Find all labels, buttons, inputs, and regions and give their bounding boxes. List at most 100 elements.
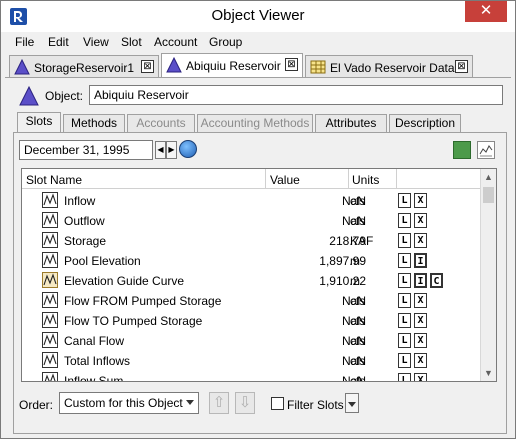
- object-pane: Object: Abiquiu Reservoir Slots Methods …: [5, 77, 511, 435]
- table-row[interactable]: Inflow Sum NaN cfs L X: [22, 370, 482, 382]
- tab-close-icon[interactable]: ⊠: [285, 58, 298, 71]
- color-swatch-button[interactable]: [453, 141, 471, 159]
- menu-account[interactable]: Account: [154, 35, 197, 49]
- tab-close-icon[interactable]: ⊠: [141, 60, 154, 73]
- slot-units: m: [350, 274, 360, 288]
- series-slot-icon: [42, 272, 58, 288]
- data-object-icon: [310, 60, 326, 74]
- order-label: Order:: [19, 398, 54, 412]
- menu-file[interactable]: File: [15, 35, 34, 49]
- reservoir-icon: [19, 86, 39, 106]
- slot-units: cfs: [350, 194, 366, 208]
- table-row[interactable]: Canal Flow NaN cfs L X: [22, 330, 482, 350]
- link-flag-icon[interactable]: L: [398, 373, 411, 381]
- table-row[interactable]: Total Inflows NaN cfs L X: [22, 350, 482, 370]
- header-divider: [396, 169, 397, 189]
- scroll-down-arrow-icon[interactable]: ▼: [481, 365, 496, 381]
- plot-icon[interactable]: [477, 141, 495, 159]
- tab-abiquiu-reservoir[interactable]: Abiquiu Reservoir ⊠: [161, 53, 303, 77]
- output-flag-icon[interactable]: X: [414, 193, 427, 208]
- filter-slots-checkbox[interactable]: [271, 397, 284, 410]
- table-row[interactable]: Outflow NaN cfs L X: [22, 210, 482, 230]
- tab-slots[interactable]: Slots: [17, 112, 61, 133]
- output-flag-icon[interactable]: X: [414, 373, 427, 381]
- header-slot-name[interactable]: Slot Name: [26, 173, 82, 187]
- tab-el-vado-reservoir-data[interactable]: El Vado Reservoir Data ⊠: [305, 55, 473, 77]
- series-slot-icon: [42, 232, 58, 248]
- input-flag-icon[interactable]: I: [414, 253, 427, 268]
- date-prev-button[interactable]: ◀: [155, 141, 166, 159]
- link-flag-icon[interactable]: L: [398, 353, 411, 368]
- slot-units: cfs: [350, 374, 366, 382]
- header-divider: [348, 169, 349, 189]
- output-flag-icon[interactable]: X: [414, 353, 427, 368]
- tab-attributes[interactable]: Attributes: [315, 114, 387, 132]
- globe-icon[interactable]: [179, 140, 197, 158]
- move-up-button[interactable]: ⇧: [209, 392, 229, 414]
- header-units[interactable]: Units: [352, 173, 379, 187]
- link-flag-icon[interactable]: L: [398, 193, 411, 208]
- header-value[interactable]: Value: [270, 173, 300, 187]
- output-flag-icon[interactable]: X: [414, 233, 427, 248]
- scroll-thumb[interactable]: [483, 187, 494, 203]
- series-slot-icon: [42, 372, 58, 381]
- slot-units: cfs: [350, 314, 366, 328]
- date-field[interactable]: December 31, 1995: [19, 140, 153, 160]
- input-flag-icon[interactable]: I: [414, 273, 427, 288]
- move-down-button[interactable]: ⇩: [235, 392, 255, 414]
- table-row[interactable]: Storage 218.79 KAF L X: [22, 230, 482, 250]
- title-bar: Object Viewer ✕: [1, 1, 515, 32]
- table-row[interactable]: Flow TO Pumped Storage NaN cfs L X: [22, 310, 482, 330]
- link-flag-icon[interactable]: L: [398, 293, 411, 308]
- slot-name: Storage: [64, 234, 107, 248]
- menu-edit[interactable]: Edit: [48, 35, 69, 49]
- tab-label: Abiquiu Reservoir: [186, 59, 281, 73]
- output-flag-icon[interactable]: X: [414, 313, 427, 328]
- inner-tabs: Slots Methods Accounts Accounting Method…: [17, 112, 507, 133]
- link-flag-icon[interactable]: L: [398, 273, 411, 288]
- series-slot-icon: [42, 332, 58, 348]
- output-flag-icon[interactable]: X: [414, 293, 427, 308]
- tab-label: StorageReservoir1: [34, 61, 135, 75]
- series-slot-icon: [42, 252, 58, 268]
- computed-flag-icon[interactable]: C: [430, 273, 443, 288]
- output-flag-icon[interactable]: X: [414, 333, 427, 348]
- output-flag-icon[interactable]: X: [414, 213, 427, 228]
- reservoir-icon: [166, 57, 182, 73]
- tab-label: El Vado Reservoir Data: [330, 61, 455, 75]
- menu-slot[interactable]: Slot: [121, 35, 142, 49]
- order-select[interactable]: Custom for this Object: [59, 392, 199, 414]
- tab-description[interactable]: Description: [389, 114, 461, 132]
- link-flag-icon[interactable]: L: [398, 333, 411, 348]
- menu-view[interactable]: View: [83, 35, 109, 49]
- vertical-scrollbar[interactable]: ▲ ▼: [480, 169, 496, 381]
- series-slot-icon: [42, 312, 58, 328]
- link-flag-icon[interactable]: L: [398, 313, 411, 328]
- tab-accounting-methods[interactable]: Accounting Methods: [197, 114, 313, 132]
- scroll-up-arrow-icon[interactable]: ▲: [481, 169, 496, 185]
- menu-bar: File Edit View Slot Account Group: [1, 32, 515, 52]
- table-row[interactable]: Elevation Guide Curve 1,910.22 m L I C: [22, 270, 482, 290]
- slot-units: m: [350, 254, 360, 268]
- tab-storage-reservoir-1[interactable]: StorageReservoir1 ⊠: [9, 55, 159, 77]
- header-divider: [265, 169, 266, 189]
- table-row[interactable]: Flow FROM Pumped Storage NaN cfs L X: [22, 290, 482, 310]
- tab-accounts[interactable]: Accounts: [127, 114, 195, 132]
- chevron-down-icon: [348, 402, 356, 407]
- link-flag-icon[interactable]: L: [398, 213, 411, 228]
- link-flag-icon[interactable]: L: [398, 233, 411, 248]
- table-row[interactable]: Inflow NaN cfs L X: [22, 190, 482, 210]
- object-name-field[interactable]: Abiquiu Reservoir: [89, 85, 503, 105]
- table-row[interactable]: Pool Elevation 1,897.99 m L I: [22, 250, 482, 270]
- date-next-button[interactable]: ▶: [166, 141, 177, 159]
- filter-slots-label: Filter Slots: [287, 398, 344, 412]
- filter-dropdown-button[interactable]: [345, 393, 359, 413]
- menu-group[interactable]: Group: [209, 35, 242, 49]
- slot-name: Inflow: [64, 194, 96, 208]
- tab-close-icon[interactable]: ⊠: [455, 60, 468, 73]
- link-flag-icon[interactable]: L: [398, 253, 411, 268]
- series-slot-icon: [42, 192, 58, 208]
- tab-methods[interactable]: Methods: [63, 114, 125, 132]
- slot-units: cfs: [350, 294, 366, 308]
- close-button[interactable]: ✕: [465, 1, 507, 22]
